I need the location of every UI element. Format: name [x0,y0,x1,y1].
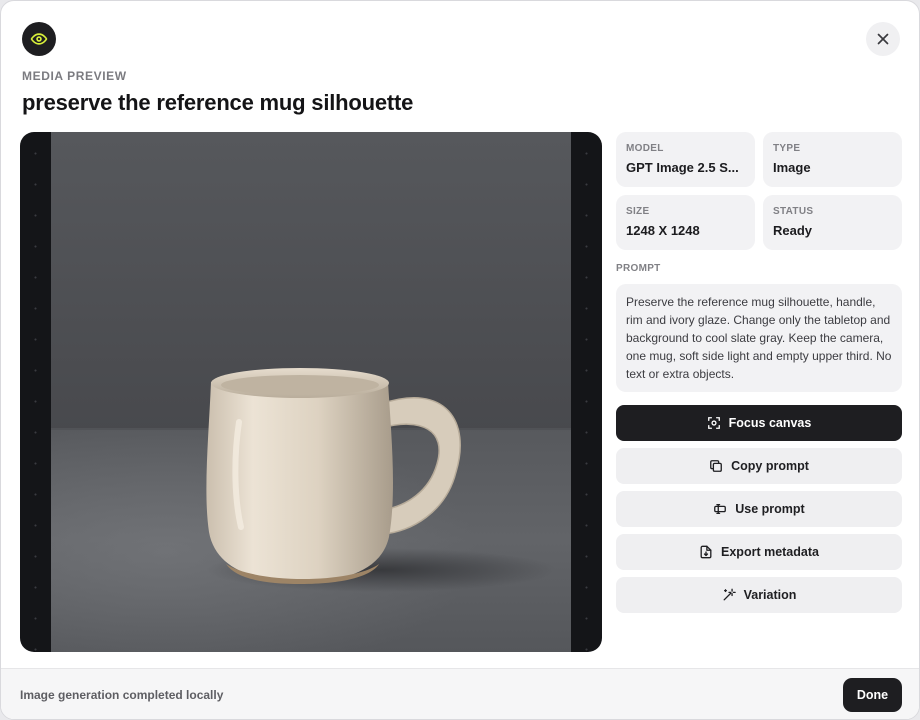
meta-card-status: STATUS Ready [763,195,902,250]
use-prompt-icon [714,503,727,515]
meta-value: Ready [773,223,813,238]
use-prompt-label: Use prompt [735,502,805,516]
meta-label: MODEL [626,143,664,154]
meta-card-model: MODEL GPT Image 2.5 S... [616,132,755,187]
close-button[interactable] [866,22,900,56]
focus-icon [707,417,720,429]
focus-canvas-label: Focus canvas [728,416,812,430]
canvas-left-rail [20,132,51,652]
media-badge [22,22,56,56]
copy-prompt-button[interactable]: Copy prompt [616,448,902,484]
focus-canvas-button[interactable]: Focus canvas [616,405,902,441]
variation-button[interactable]: Variation [616,577,902,613]
media-preview-dialog: MEDIA PREVIEW preserve the reference mug… [0,0,920,720]
generated-image [51,132,571,652]
dialog-footer: Image generation completed locally Done [1,668,919,719]
meta-label: SIZE [626,206,650,217]
prompt-label: PROMPT [616,263,661,274]
meta-label: TYPE [773,143,801,154]
dialog-title: preserve the reference mug silhouette [22,90,414,115]
footer-status-text: Image generation completed locally [20,688,224,702]
magic-wand-icon [723,588,736,601]
meta-label: STATUS [773,206,814,217]
copy-icon [710,460,723,472]
copy-prompt-label: Copy prompt [731,459,809,473]
image-preview-canvas[interactable] [20,132,602,652]
done-button[interactable]: Done [843,678,902,712]
meta-value: 1248 X 1248 [626,223,700,238]
file-export-icon [700,545,712,559]
export-metadata-button[interactable]: Export metadata [616,534,902,570]
meta-value: GPT Image 2.5 S... [626,160,739,175]
meta-card-type: TYPE Image [763,132,902,187]
use-prompt-button[interactable]: Use prompt [616,491,902,527]
eye-icon [30,33,48,45]
export-metadata-label: Export metadata [721,545,819,559]
canvas-right-rail [571,132,602,652]
close-icon [877,33,889,45]
meta-value: Image [773,160,811,175]
dialog-eyebrow: MEDIA PREVIEW [22,69,127,83]
meta-card-size: SIZE 1248 X 1248 [616,195,755,250]
prompt-text: Preserve the reference mug silhouette, h… [616,284,902,392]
variation-label: Variation [743,588,797,602]
